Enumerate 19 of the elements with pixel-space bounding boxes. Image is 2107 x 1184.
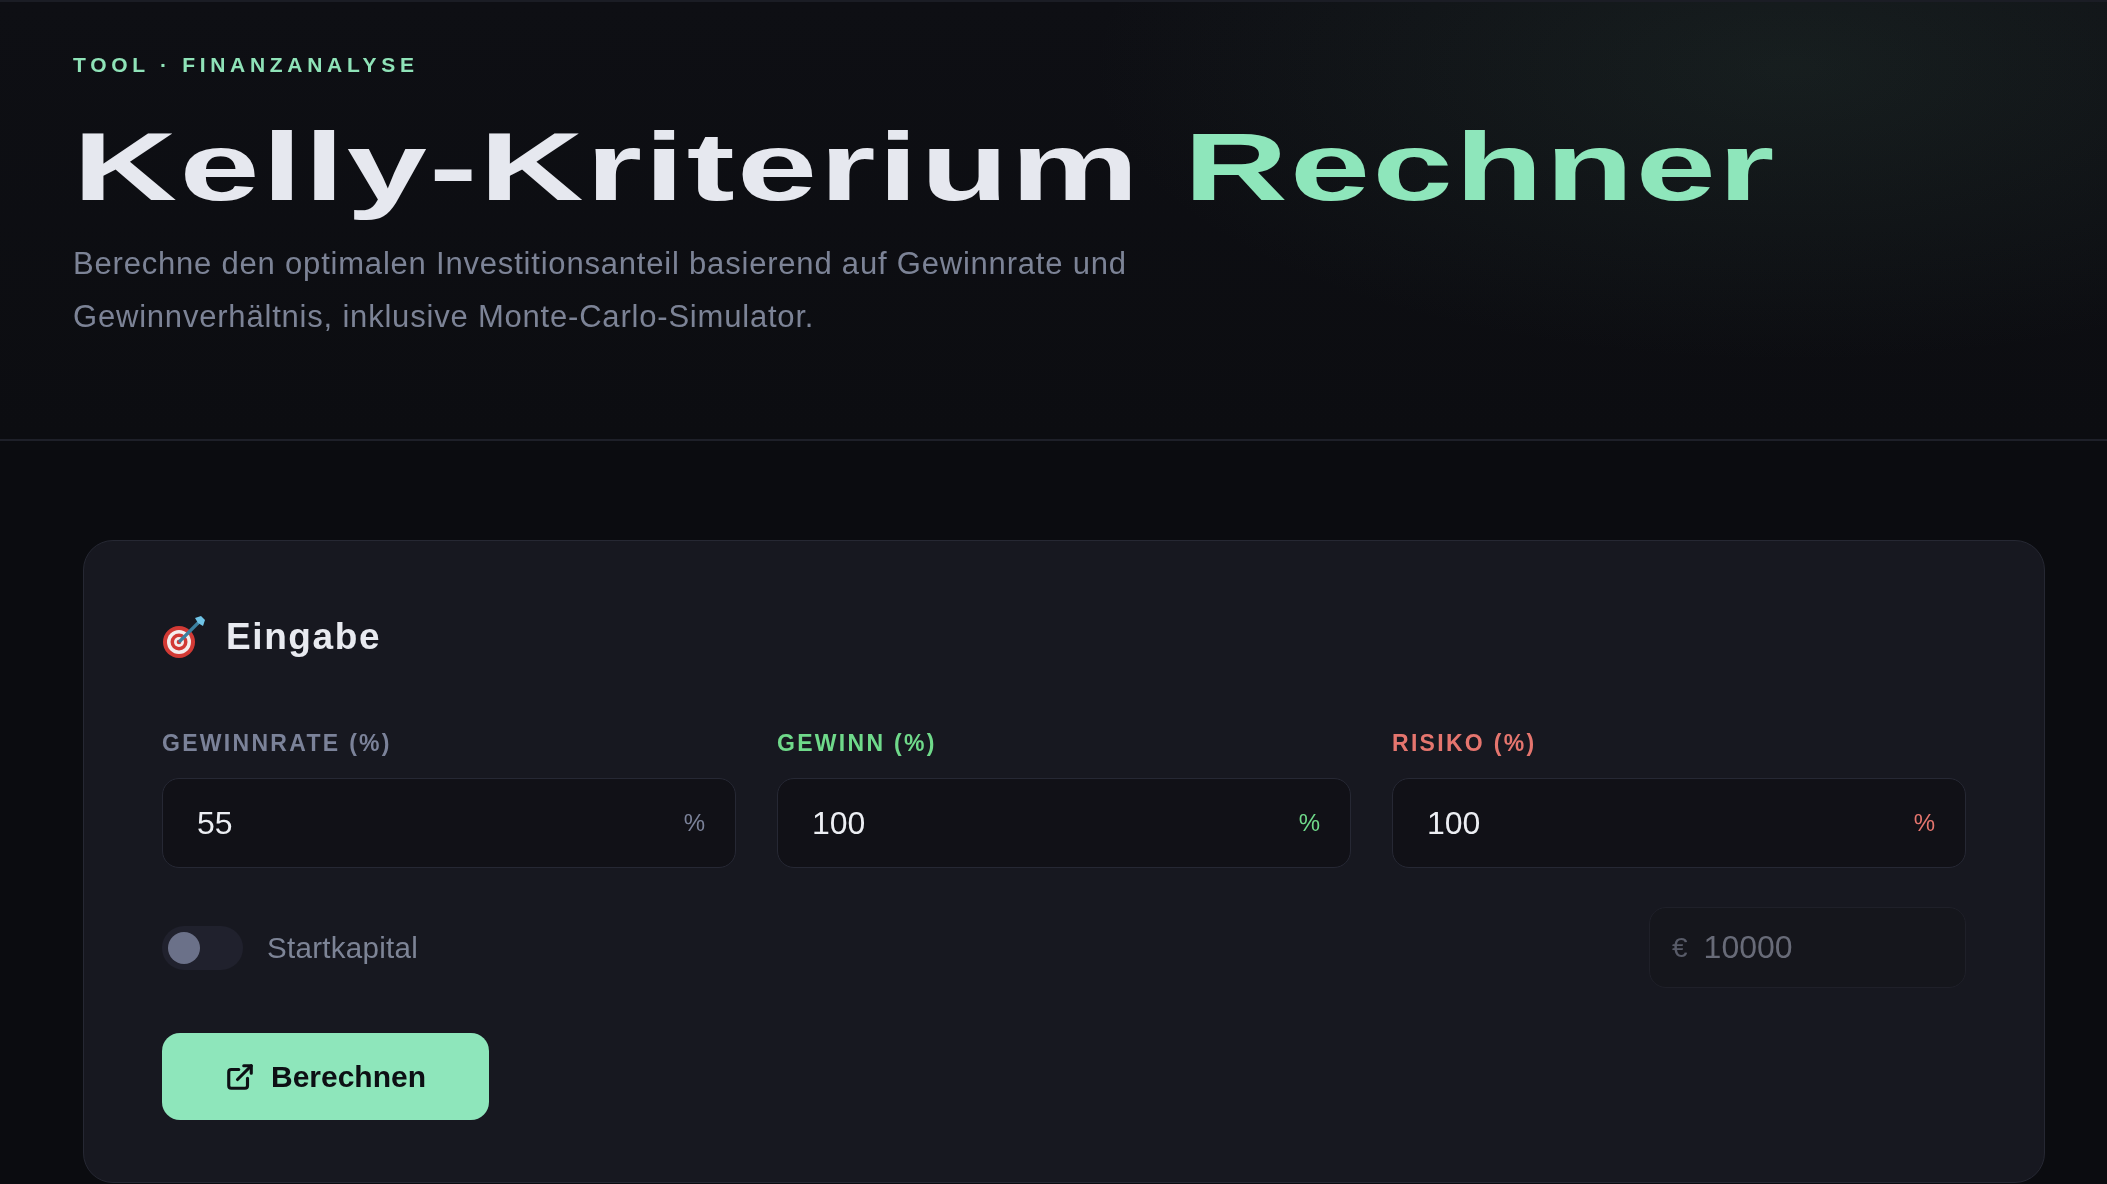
card-title: Eingabe xyxy=(226,615,382,659)
currency-symbol: € xyxy=(1672,931,1688,964)
field-label: GEWINN (%) xyxy=(777,729,937,757)
external-link-icon xyxy=(224,1061,255,1092)
input-field[interactable]: 100 % xyxy=(777,778,1351,868)
page-description: Berechne den optimalen Investitionsanteil basierend auf Gewinnrate und Gewinnverhältnis, inklusive Monte-Carlo-Simulator. xyxy=(73,245,1128,336)
dart-target-icon xyxy=(162,615,206,659)
calculate-button[interactable]: Berechnen xyxy=(162,1033,489,1120)
unit-label: % xyxy=(683,809,705,837)
category-label: TOOL · FINANZANALYSE xyxy=(73,52,419,78)
input-field[interactable]: 100 % xyxy=(1392,778,1966,868)
toggle-label: Startkapital xyxy=(267,930,419,965)
field-label: GEWINNRATE (%) xyxy=(162,729,392,757)
input-field[interactable]: 55 % xyxy=(162,778,736,868)
unit-label: % xyxy=(1913,809,1935,837)
page-title: Kelly-Kriterium Rechner xyxy=(73,112,1777,222)
field-label: RISIKO (%) xyxy=(1392,729,1537,757)
unit-label: % xyxy=(1298,809,1320,837)
toggle-switch[interactable] xyxy=(162,925,243,970)
